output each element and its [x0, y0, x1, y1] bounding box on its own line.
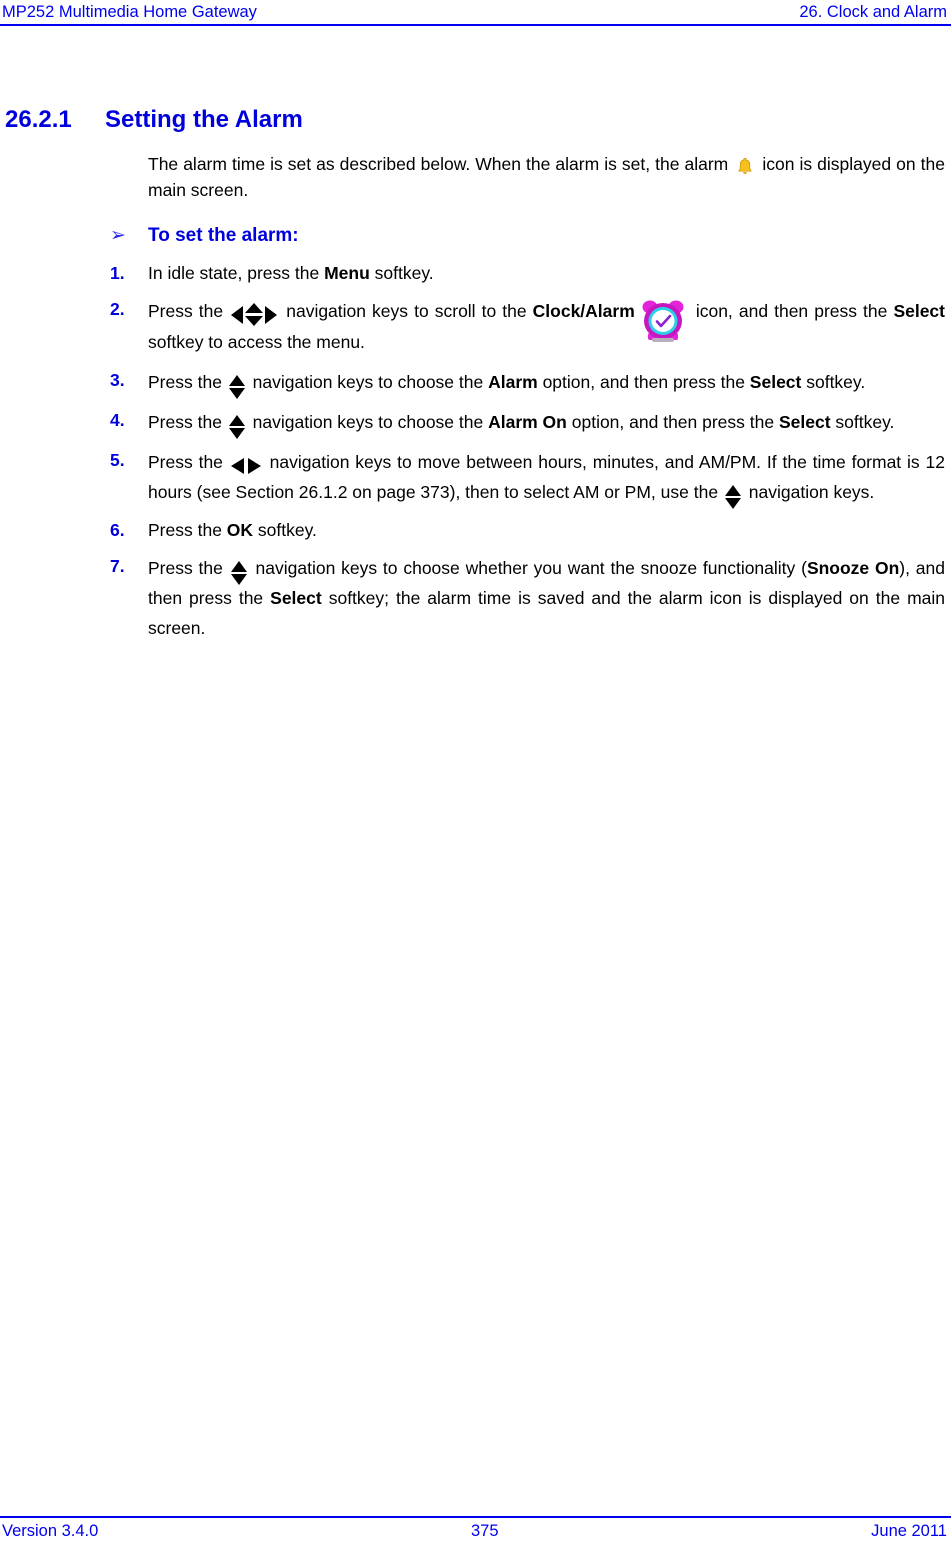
document-content: 26.2.1 Setting the Alarm The alarm time …: [0, 105, 951, 653]
step-emphasis: Clock/Alarm: [532, 301, 635, 321]
section-title: Setting the Alarm: [105, 106, 303, 133]
step-number: 3.: [110, 370, 125, 391]
step-emphasis: Select: [749, 372, 802, 393]
nav-left-right-icon: [230, 457, 261, 475]
intro-paragraph: The alarm time is set as described below…: [0, 151, 951, 203]
step-emphasis: Alarm On: [488, 412, 567, 433]
step-text: Press the navigation keys to choose whet…: [148, 553, 945, 643]
footer-date: June 2011: [871, 1522, 947, 1540]
step-emphasis: Menu: [324, 263, 370, 283]
intro-text-part1: The alarm time is set as described below…: [148, 154, 729, 174]
step-text-run: navigation keys.: [743, 482, 875, 503]
footer-page-number: 375: [470, 1522, 499, 1540]
step-text-run: option, and then press the: [566, 412, 779, 433]
step-number: 6.: [110, 520, 125, 541]
step-text: Press the navigation keys to choose the …: [148, 407, 945, 440]
step-text: Press the navigation keys to scroll to t…: [148, 296, 945, 357]
step-text-run: navigation keys to choose whether you wa…: [249, 558, 807, 579]
header-chapter-title: 26. Clock and Alarm: [799, 3, 947, 21]
step-emphasis: Select: [778, 412, 831, 433]
step-text-run: Press the: [148, 452, 229, 473]
step-text-run: softkey.: [253, 520, 317, 541]
step-number: 2.: [110, 299, 125, 319]
procedure-step: 1. In idle state, press the Menu softkey.: [0, 260, 951, 286]
clock-alarm-icon: [640, 297, 686, 343]
footer-row: Version 3.4.0 375 June 2011: [0, 1520, 951, 1542]
step-text-run: option, and then press the: [537, 372, 750, 393]
step-number: 7.: [110, 556, 125, 577]
step-text-run: Press the: [148, 301, 230, 321]
step-number: 1.: [110, 263, 125, 283]
step-text: Press the navigation keys to move betwee…: [148, 447, 945, 510]
step-text-run: Press the: [148, 372, 227, 393]
step-text-run: navigation keys to choose the: [247, 372, 489, 393]
step-text-run: navigation keys to scroll to the: [280, 301, 533, 321]
header-row: MP252 Multimedia Home Gateway 26. Clock …: [0, 0, 951, 23]
step-text: Press the OK softkey.: [148, 517, 945, 543]
step-emphasis: Select: [270, 588, 322, 609]
page-footer: Version 3.4.0 375 June 2011: [0, 1504, 951, 1546]
header-divider-rule: [0, 24, 951, 26]
step-text: In idle state, press the Menu softkey.: [148, 260, 945, 286]
footer-version: Version 3.4.0: [2, 1522, 99, 1540]
step-emphasis: Alarm: [488, 372, 538, 393]
step-emphasis: Select: [893, 301, 945, 321]
nav-up-down-icon: [228, 374, 246, 400]
procedure-step: 2. Press the navigation keys to scroll to…: [0, 296, 951, 357]
bell-icon: [736, 157, 754, 177]
step-text: Press the navigation keys to choose the …: [148, 367, 945, 400]
step-emphasis: Snooze On: [806, 558, 900, 579]
page-header: MP252 Multimedia Home Gateway 26. Clock …: [0, 0, 951, 28]
step-text-run: Press the: [148, 520, 227, 541]
section-number: 26.2.1: [5, 106, 72, 133]
procedure-step: 3. Press the navigation keys to choose th…: [0, 367, 951, 400]
procedure-steps-list: 1. In idle state, press the Menu softkey.…: [0, 260, 951, 643]
step-text-run: softkey.: [830, 412, 895, 433]
procedure-step: 4. Press the navigation keys to choose th…: [0, 407, 951, 440]
step-text-run: In idle state, press the: [148, 263, 325, 283]
nav-up-down-icon: [230, 560, 248, 586]
nav-up-down-icon: [724, 484, 742, 510]
footer-divider-rule: [0, 1516, 951, 1518]
step-emphasis: OK: [226, 520, 254, 541]
procedure-lead-in-label: To set the alarm:: [148, 225, 299, 246]
step-text-run: softkey.: [801, 372, 866, 393]
nav-up-down-icon: [228, 414, 246, 440]
step-text-run: Press the: [148, 558, 229, 579]
procedure-lead-in: ➢ To set the alarm:: [0, 223, 951, 249]
step-text-run: icon, and then press the: [689, 301, 894, 321]
step-text-run: softkey.: [369, 263, 434, 283]
procedure-step: 6. Press the OK softkey.: [0, 517, 951, 543]
section-heading: 26.2.1 Setting the Alarm: [0, 105, 951, 135]
step-number: 5.: [110, 450, 125, 471]
step-number: 4.: [110, 410, 125, 431]
arrow-bullet-icon: ➢: [110, 225, 126, 246]
step-text-run: navigation keys to choose the: [247, 412, 489, 433]
step-text-run: softkey to access the menu.: [148, 332, 365, 353]
step-text-run: Press the: [148, 412, 227, 433]
nav-4way-icon: [231, 303, 278, 327]
procedure-step: 7. Press the navigation keys to choose wh…: [0, 553, 951, 643]
procedure-step: 5. Press the navigation keys to move betw…: [0, 447, 951, 510]
header-document-title: MP252 Multimedia Home Gateway: [2, 3, 257, 21]
